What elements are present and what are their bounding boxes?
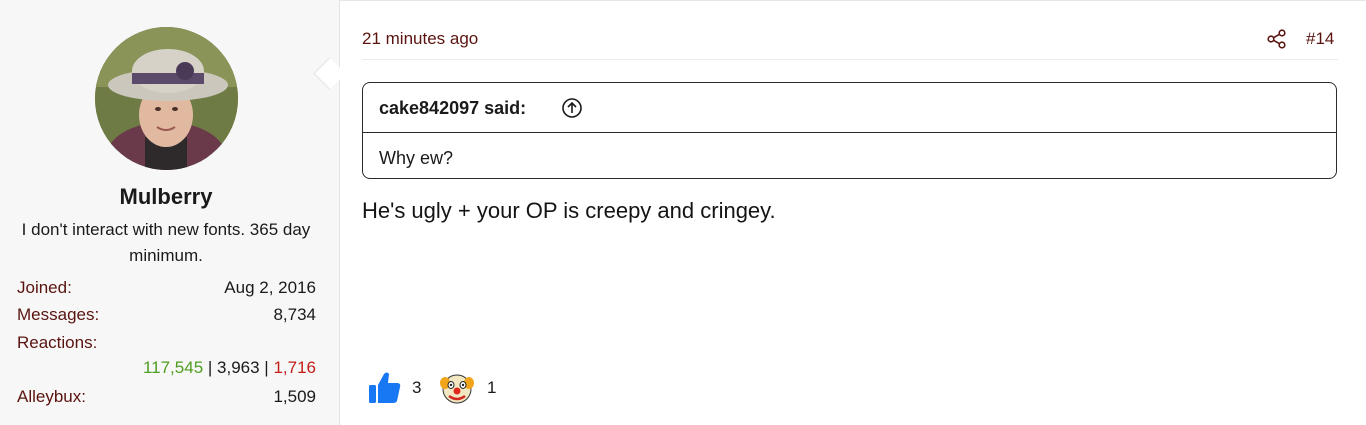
message-area: 21 minutes ago #14 cake842097 said: Why … [340, 0, 1366, 425]
reaction-clown[interactable]: 1 [439, 370, 499, 406]
user-title: I don't interact with new fonts. 365 day… [21, 220, 311, 265]
user-avatar[interactable] [95, 27, 238, 170]
reaction-like[interactable]: 3 [367, 370, 427, 406]
reactions-separator: | [259, 358, 274, 377]
stat-messages-value: 8,734 [273, 305, 316, 324]
forum-post: Mulberry I don't interact with new fonts… [0, 0, 1366, 425]
reactions-positive: 117,545 [142, 358, 204, 377]
stat-messages-label: Messages: [17, 305, 100, 324]
stat-joined-value: Aug 2, 2016 [224, 278, 316, 297]
stat-joined: Joined: Aug 2, 2016 [17, 278, 316, 300]
stat-alleybux: Alleybux: 1,509 [17, 387, 316, 409]
avatar-image [95, 27, 238, 170]
reactions-separator: | [203, 358, 218, 377]
post-timestamp[interactable]: 21 minutes ago [362, 29, 478, 49]
reaction-like-count: 3 [412, 378, 422, 397]
stat-joined-label: Joined: [17, 278, 72, 297]
stat-messages: Messages: 8,734 [17, 305, 316, 327]
user-sidebar: Mulberry I don't interact with new fonts… [0, 0, 340, 425]
stat-alleybux-value: 1,509 [273, 387, 316, 406]
quote-block: cake842097 said: Why ew? [362, 82, 1337, 179]
username[interactable]: Mulberry [0, 184, 332, 210]
share-icon[interactable] [1266, 28, 1288, 50]
stat-alleybux-label: Alleybux: [17, 387, 86, 406]
reactions-neutral: 3,963 [217, 358, 260, 377]
stat-reactions-label: Reactions: [17, 333, 98, 352]
stat-reactions: Reactions: [17, 333, 316, 355]
reaction-clown-count: 1 [487, 378, 497, 397]
quote-header: cake842097 said: [363, 83, 1336, 133]
post-number[interactable]: #14 [1306, 29, 1334, 49]
quote-text: Why ew? [379, 148, 454, 168]
reactions-negative: 1,716 [273, 358, 316, 377]
message-body: He's ugly + your OP is creepy and cringe… [362, 198, 776, 223]
quote-author[interactable]: cake842097 said: [379, 98, 526, 119]
arrow-up-circle-icon[interactable] [561, 97, 583, 119]
stat-reactions-values: 117,545 | 3,963 | 1,716 [143, 358, 316, 378]
header-divider [362, 59, 1338, 60]
